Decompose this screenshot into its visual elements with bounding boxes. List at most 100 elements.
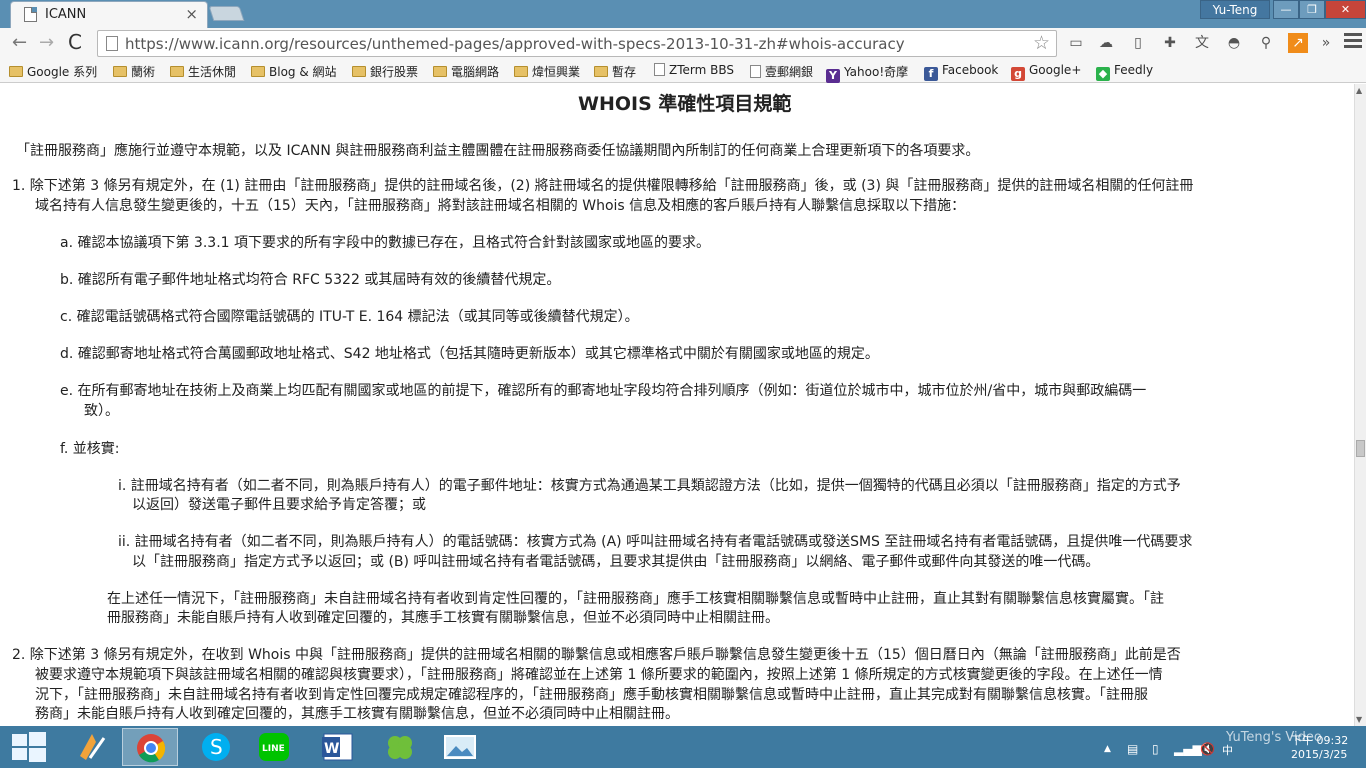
url-text[interactable]: https://www.icann.org/resources/unthemed… xyxy=(125,35,905,53)
bookmark-link[interactable]: f Facebook xyxy=(924,63,998,81)
folder-icon xyxy=(9,66,23,77)
bookmark-folder[interactable]: 煒恒興業 xyxy=(514,63,580,80)
scrollbar-thumb[interactable] xyxy=(1356,440,1365,457)
profile-button[interactable]: Yu-Teng xyxy=(1200,0,1270,19)
list-item-f-ii: ii. 註冊域名持有者（如二者不同，則為賬戶持有人）的電話號碼：核實方式為 (A… xyxy=(118,534,1193,550)
folder-icon xyxy=(594,66,608,77)
list-item-f-i-cont: 以返回）發送電子郵件且要求給予肯定答覆；或 xyxy=(132,497,426,513)
tab-close-icon[interactable]: × xyxy=(185,5,198,23)
network-icon[interactable]: ▂▄▆ xyxy=(1174,742,1202,756)
winamp-icon xyxy=(80,734,106,760)
extension-phone-icon[interactable]: ▯ xyxy=(1128,33,1148,53)
bookmark-link[interactable]: ◆ Feedly xyxy=(1096,63,1153,81)
google-plus-icon: g xyxy=(1011,67,1025,81)
bookmark-folder[interactable]: 生活休閒 xyxy=(170,63,236,80)
bookmark-folder[interactable]: 暫存 xyxy=(594,63,636,80)
list-item-2: 2. 除下述第 3 條另有規定外，在收到 Whois 中與「註冊服務商」提供的註… xyxy=(12,647,1181,663)
scroll-down-arrow-icon[interactable]: ▼ xyxy=(1356,715,1362,724)
bookmark-folder[interactable]: Blog & 網站 xyxy=(251,63,337,80)
folder-icon xyxy=(433,66,447,77)
taskbar-app-word[interactable]: W xyxy=(310,728,366,766)
scroll-up-arrow-icon[interactable]: ▲ xyxy=(1356,86,1362,95)
paragraph-f-cont: 冊服務商」未能自賬戶持有人收到確定回覆的，其應手工核實有關聯繫信息，但並不必須同… xyxy=(107,610,779,626)
list-item-f-i: i. 註冊域名持有者（如二者不同，則為賬戶持有人）的電子郵件地址：核實方式為通過… xyxy=(118,478,1181,494)
list-item-c: c. 確認電話號碼格式符合國際電話號碼的 ITU-T E. 164 標記法（或其… xyxy=(60,309,639,325)
list-item-e: e. 在所有郵寄地址在技術上及商業上均匹配有關國家或地區的前提下，確認所有的郵寄… xyxy=(60,383,1147,399)
folder-icon xyxy=(514,66,528,77)
cloud-icon[interactable]: ☁ xyxy=(1096,33,1116,53)
cast-icon[interactable]: ▭ xyxy=(1066,33,1086,53)
tray-expand-icon[interactable]: ▲ xyxy=(1104,744,1111,754)
vertical-scrollbar[interactable]: ▲ ▼ xyxy=(1354,84,1366,726)
taskbar-app-chrome[interactable] xyxy=(122,728,178,766)
translate-icon[interactable]: 文 xyxy=(1192,33,1212,53)
forward-button[interactable]: → xyxy=(39,32,54,53)
svg-text:LINE: LINE xyxy=(262,744,285,754)
folder-icon xyxy=(113,66,127,77)
start-button[interactable] xyxy=(12,732,46,762)
word-icon: W xyxy=(322,733,353,761)
paragraph-f: 在上述任一情況下，「註冊服務商」未自註冊域名持有者收到肯定性回覆的，「註冊服務商… xyxy=(107,591,1164,607)
tab-icann[interactable]: ICANN × xyxy=(10,1,208,28)
browser-tab-strip: ICANN × Yu-Teng — ❐ ✕ xyxy=(0,0,1366,28)
windows-taskbar: S LINE W ▲ ▤ ▯ ▂▄▆ 🔇 中 YuTeng's Video 下午… xyxy=(0,726,1366,768)
list-item-1-cont: 域名持有人信息發生變更後的，十五（15）天內，「註冊服務商」將對該註冊域名相關的… xyxy=(35,198,966,214)
taskbar-app-photo[interactable] xyxy=(432,728,488,766)
folder-icon xyxy=(251,66,265,77)
svg-text:S: S xyxy=(210,735,223,759)
magnifier-icon[interactable]: ⚲ xyxy=(1256,33,1276,53)
tray-keyboard-icon[interactable]: ▤ xyxy=(1127,742,1138,756)
new-tab-button[interactable] xyxy=(208,6,245,21)
bookmark-star-icon[interactable]: ☆ xyxy=(1033,32,1050,54)
bookmarks-bar: Google 系列 蘭術 生活休閒 Blog & 網站 銀行股票 電腦網路 煒恒… xyxy=(0,60,1366,83)
bookmark-folder[interactable]: Google 系列 xyxy=(9,63,97,80)
list-item-2-cont-3: 務商」未能自賬戶持有人收到確定回覆的，其應手工核實有關聯繫信息，但並不必須同時中… xyxy=(35,706,679,722)
bookmark-link[interactable]: g Google+ xyxy=(1011,63,1081,81)
address-bar[interactable]: https://www.icann.org/resources/unthemed… xyxy=(97,30,1057,57)
list-item-d: d. 確認郵寄地址格式符合萬國郵政地址格式、S42 地址格式（包括其隨時更新版本… xyxy=(60,346,879,362)
folder-icon xyxy=(352,66,366,77)
chrome-icon xyxy=(137,734,166,763)
tray-device-icon[interactable]: ▯ xyxy=(1152,742,1159,756)
clock-date[interactable]: 2015/3/25 xyxy=(1291,748,1347,761)
taskbar-app-winamp[interactable] xyxy=(64,728,120,766)
photo-viewer-icon xyxy=(444,735,476,759)
taskbar-app-clover[interactable] xyxy=(372,728,428,766)
maximize-button[interactable]: ❐ xyxy=(1299,0,1325,19)
list-item-2-cont-1: 被要求遵守本規範項下與該註冊域名相關的確認與核實要求），「註冊服務商」將確認並在… xyxy=(35,667,1163,683)
taskbar-app-line[interactable]: LINE xyxy=(246,728,302,766)
bookmark-link[interactable]: 壹郵網銀 xyxy=(750,63,813,80)
feedly-icon: ◆ xyxy=(1096,67,1110,81)
list-item-a: a. 確認本協議項下第 3.3.1 項下要求的所有字段中的數據已存在，且格式符合… xyxy=(60,235,710,251)
list-item-e-cont: 致）。 xyxy=(84,403,119,419)
chart-extension-icon[interactable]: ↗ xyxy=(1288,33,1308,53)
clover-icon xyxy=(388,736,412,759)
more-extensions-icon[interactable]: » xyxy=(1316,33,1336,53)
folder-icon xyxy=(170,66,184,77)
page-icon xyxy=(654,63,665,76)
bookmark-link[interactable]: Y Yahoo!奇摩 xyxy=(826,63,908,83)
back-button[interactable]: ← xyxy=(12,32,27,53)
reload-button[interactable]: C xyxy=(68,30,82,54)
page-icon xyxy=(24,7,37,22)
bookmark-link[interactable]: ZTerm BBS xyxy=(654,63,734,80)
page-content: WHOIS 準確性項目規範 「註冊服務商」應施行並遵守本規範，以及 ICANN … xyxy=(0,84,1354,726)
clock-time[interactable]: 下午 09:32 xyxy=(1291,732,1348,748)
minimize-button[interactable]: — xyxy=(1273,0,1299,19)
line-icon: LINE xyxy=(259,733,289,761)
list-item-b: b. 確認所有電子郵件地址格式均符合 RFC 5322 或其屆時有效的後續替代規… xyxy=(60,272,561,288)
menu-icon[interactable] xyxy=(1344,33,1362,51)
volume-muted-icon[interactable]: 🔇 xyxy=(1200,742,1215,756)
taskbar-app-skype[interactable]: S xyxy=(188,728,244,766)
bookmark-folder[interactable]: 蘭術 xyxy=(113,63,155,80)
page-icon xyxy=(106,36,118,51)
close-window-button[interactable]: ✕ xyxy=(1325,0,1366,19)
page-icon xyxy=(750,65,761,78)
skype-icon: S xyxy=(202,733,230,761)
extension-puzzle-icon[interactable]: ✚ xyxy=(1160,33,1180,53)
browser-toolbar: ← → C https://www.icann.org/resources/un… xyxy=(0,28,1366,60)
bookmark-folder[interactable]: 銀行股票 xyxy=(352,63,418,80)
bookmark-folder[interactable]: 電腦網路 xyxy=(433,63,499,80)
pocket-icon[interactable]: ◓ xyxy=(1224,33,1244,53)
list-item-f: f. 並核實: xyxy=(60,441,120,457)
